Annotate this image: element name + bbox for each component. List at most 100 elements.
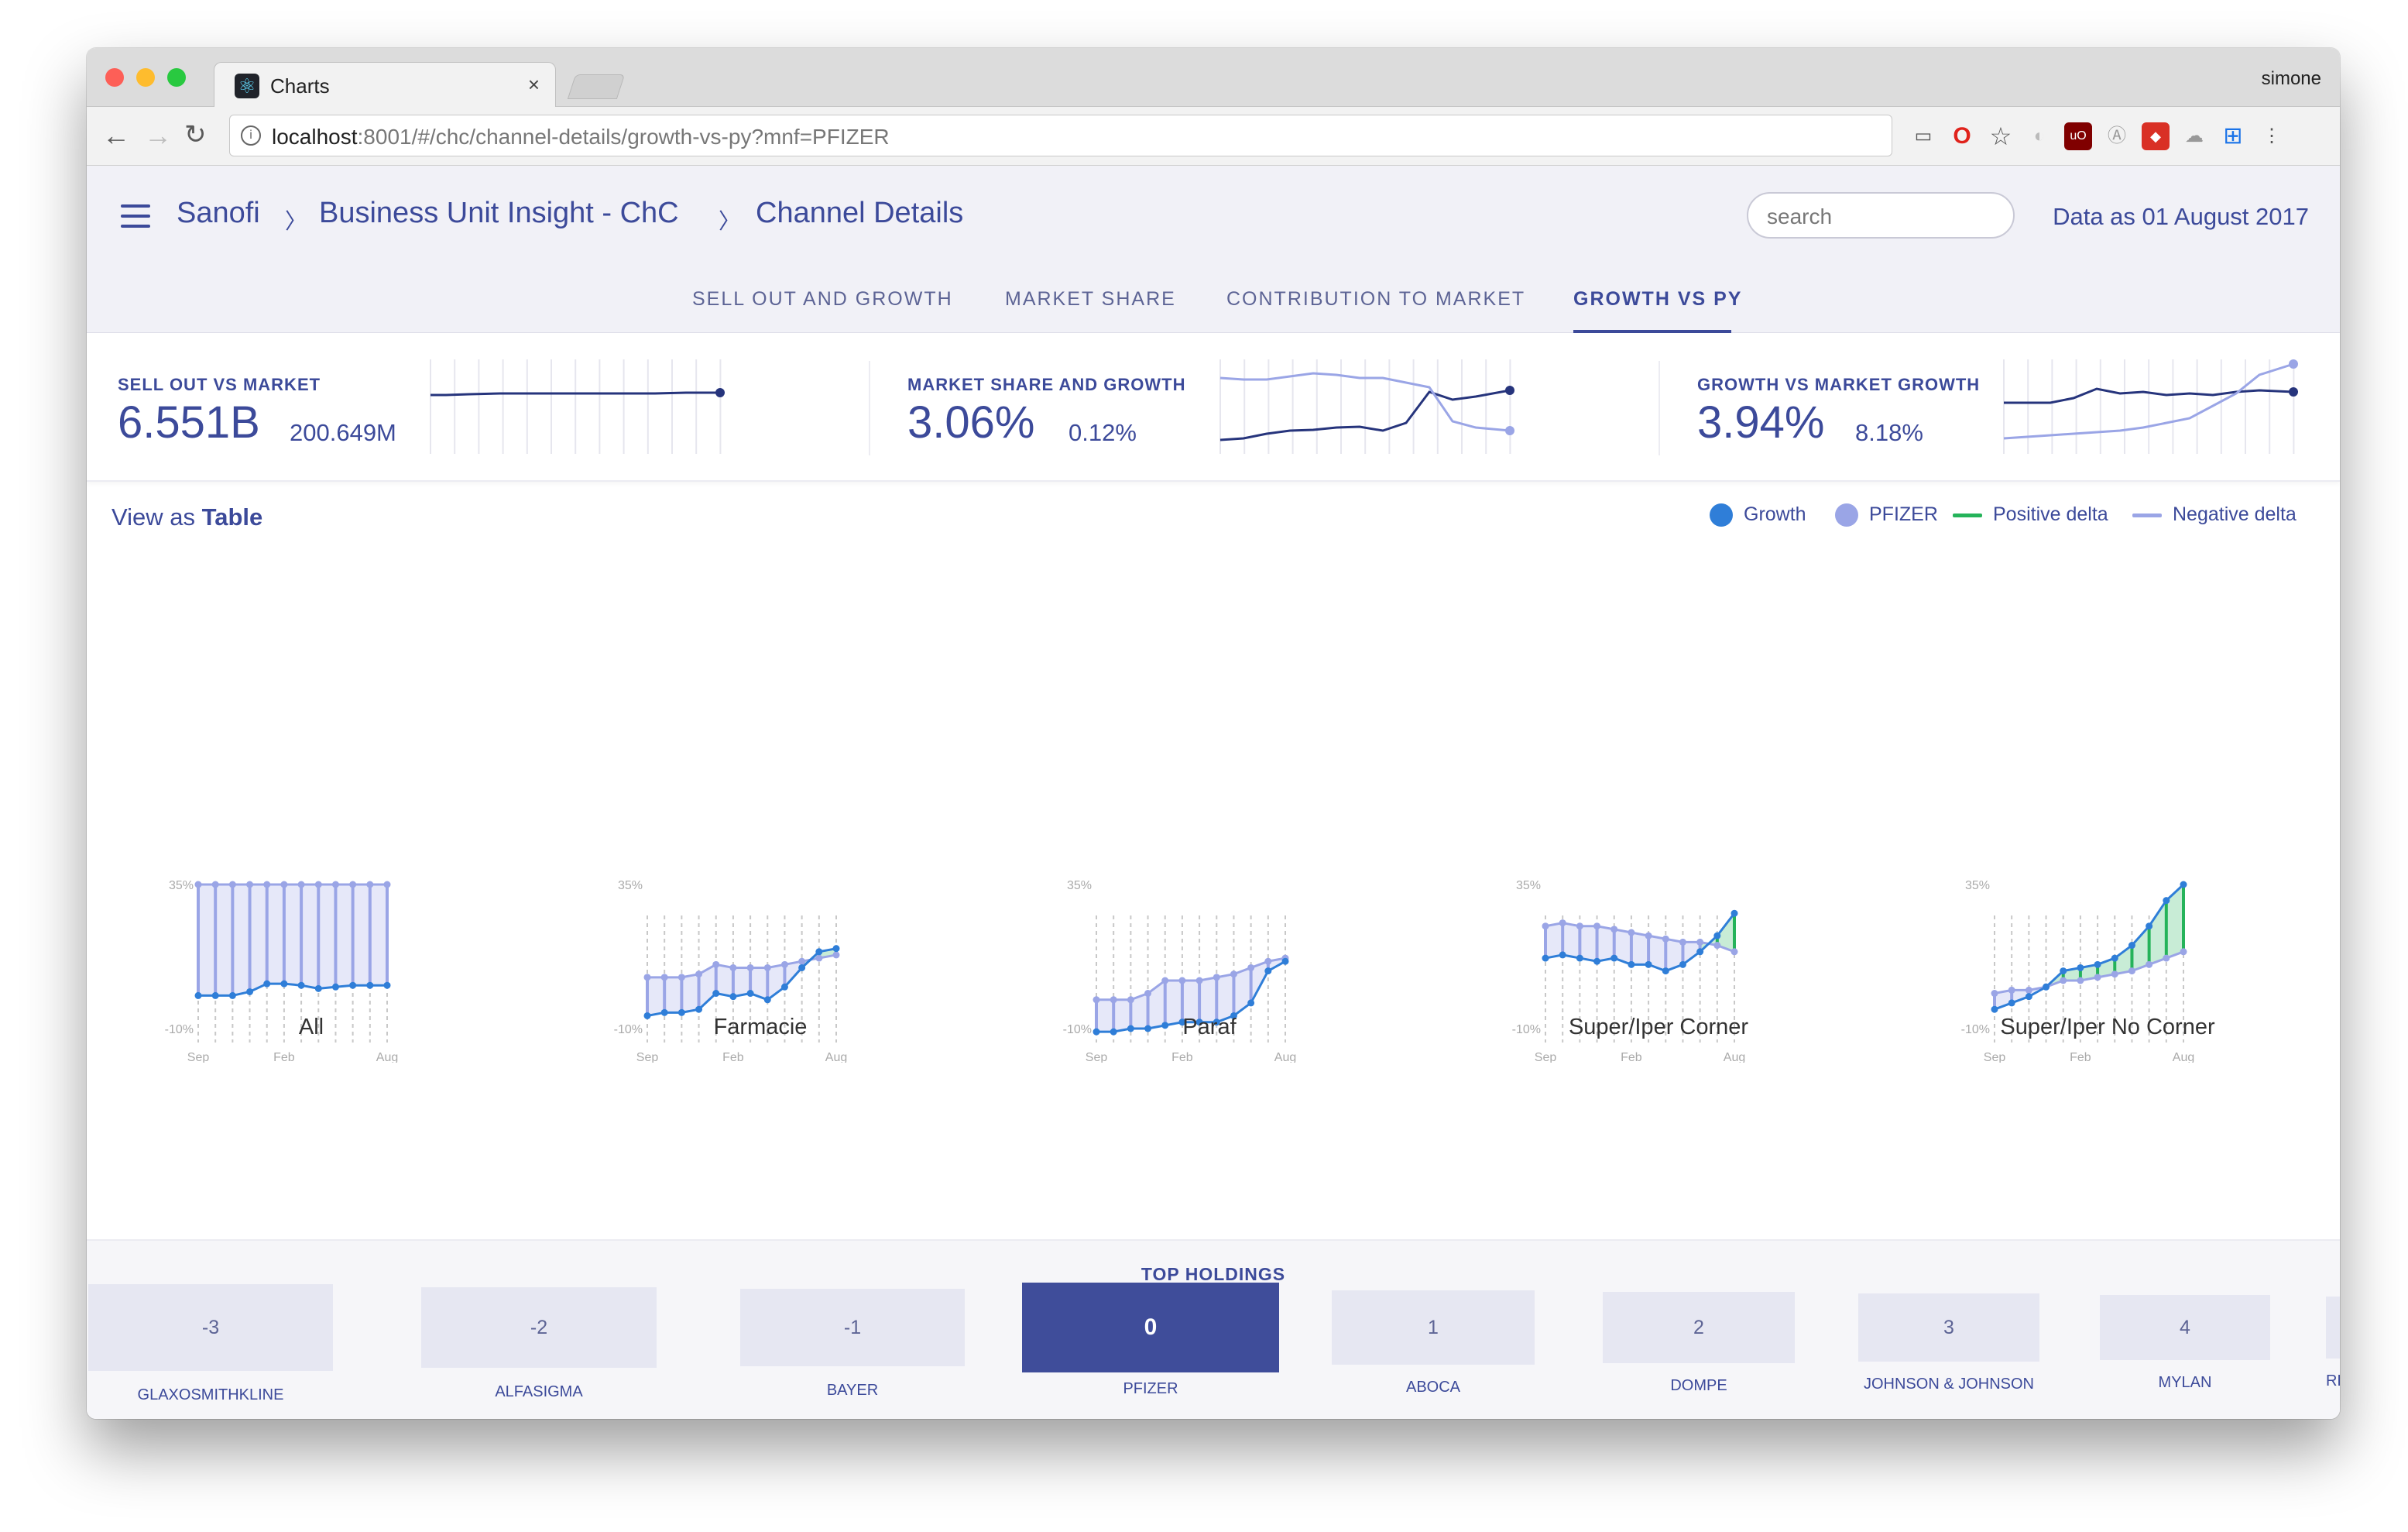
profile-name[interactable]: simone — [2262, 68, 2321, 90]
holding-name: PFIZER — [1123, 1380, 1178, 1397]
ublock-icon[interactable]: uO — [2064, 122, 2092, 150]
tab-title: Charts — [270, 74, 330, 98]
legend-growth: Growth — [1710, 503, 1806, 527]
delta-area — [369, 885, 387, 986]
growth-point — [1281, 957, 1289, 965]
bookmark-star-icon[interactable]: ☆ — [1987, 122, 2015, 150]
sparkline-end-point — [1505, 426, 1514, 435]
y-tick-label: 35% — [1516, 879, 1541, 892]
top-holdings: TOP HOLDINGS -3 GLAXOSMITHKLINE -2 ALFAS… — [87, 1239, 2340, 1419]
holding-rank-box[interactable]: 3 — [1858, 1293, 2039, 1362]
forward-arrow-icon[interactable]: → — [144, 119, 172, 152]
growth-point — [331, 983, 339, 991]
divider — [869, 361, 870, 455]
chart-title: All — [298, 1015, 324, 1039]
legend-label: Negative delta — [2173, 503, 2297, 525]
pfizer-point — [1178, 977, 1186, 984]
holding-rank-box[interactable]: -1 — [740, 1289, 965, 1366]
pfizer-point — [194, 881, 202, 888]
kpi-label: GROWTH VS MARKET GROWTH — [1697, 375, 1981, 394]
pfizer-point — [297, 881, 305, 888]
cast-icon[interactable]: ▭ — [1909, 122, 1937, 150]
growth-point — [2043, 983, 2050, 991]
url-path: :8001/#/chc/channel-details/growth-vs-py… — [357, 125, 890, 149]
breadcrumb-sanofi[interactable]: Sanofi — [177, 197, 260, 230]
holding-rank-box[interactable]: 4 — [2100, 1295, 2270, 1360]
breadcrumb-business-unit[interactable]: Business Unit Insight - ChC — [319, 197, 679, 230]
pfizer-point — [763, 964, 771, 971]
growth-point — [228, 991, 236, 999]
cloud-icon[interactable]: ☁ — [2180, 122, 2208, 150]
delta-area — [283, 885, 302, 986]
minimize-window-button[interactable] — [136, 68, 155, 87]
growth-point — [798, 964, 806, 971]
pfizer-point — [2094, 974, 2101, 981]
holding-rank-box[interactable]: 1 — [1332, 1290, 1535, 1365]
pfizer-point — [1628, 929, 1635, 936]
back-arrow-icon[interactable]: ← — [102, 119, 130, 152]
pfizer-point — [815, 954, 823, 962]
growth-point — [1593, 957, 1601, 965]
pfizer-point — [1144, 990, 1152, 998]
holding-name: ABOCA — [1405, 1379, 1461, 1396]
view-as-mode[interactable]: Table — [202, 503, 263, 531]
x-tick-label: Sep — [636, 1051, 659, 1063]
x-tick-label: Feb — [1621, 1051, 1642, 1063]
tab-contribution-to-market[interactable]: CONTRIBUTION TO MARKET — [1226, 288, 1525, 311]
pfizer-point — [228, 881, 236, 888]
delta-area — [2166, 885, 2183, 959]
tab-growth-vs-py[interactable]: GROWTH VS PY — [1573, 288, 1742, 311]
y-tick-label: 35% — [1067, 879, 1092, 892]
pfizer-point — [2180, 948, 2187, 956]
holding-rank-box[interactable]: -2 — [421, 1287, 657, 1368]
holding-rank-box[interactable]: -3 — [88, 1284, 333, 1371]
pfizer-point — [2128, 967, 2135, 975]
opera-icon[interactable]: O — [1948, 122, 1976, 150]
holding-rank-box-selected[interactable]: 0 — [1022, 1283, 1279, 1372]
zoom-window-button[interactable] — [167, 68, 186, 87]
info-icon[interactable]: i — [241, 125, 261, 146]
more-menu-icon[interactable]: ⋮ — [2258, 122, 2286, 150]
kpi-sparkline — [430, 359, 725, 454]
browser-tab[interactable]: ⚛ Charts × — [214, 62, 556, 108]
tab-market-share[interactable]: MARKET SHARE — [1005, 288, 1176, 311]
growth-point — [246, 988, 254, 995]
pfizer-point — [1127, 996, 1134, 1004]
legend-negative-delta: Negative delta — [2132, 503, 2297, 526]
view-as-toggle[interactable]: View as Table — [111, 503, 262, 531]
holding-name: ALFASIGMA — [495, 1383, 583, 1400]
kpi-sparkline — [2003, 359, 2298, 454]
x-tick-label: Aug — [1274, 1051, 1296, 1063]
holding-rank-box[interactable]: 2 — [1603, 1292, 1795, 1363]
new-tab-button[interactable] — [567, 74, 626, 99]
tab-sell-out-and-growth[interactable]: SELL OUT AND GROWTH — [692, 288, 953, 311]
tab-close-icon[interactable]: × — [528, 73, 540, 97]
chart-title: Paraf — [1182, 1015, 1237, 1039]
color-extension-icon[interactable]: ◆ — [2142, 122, 2170, 150]
pfizer-point — [2008, 986, 2015, 994]
growth-point — [349, 981, 357, 989]
hamburger-menu-icon[interactable] — [121, 204, 150, 228]
growth-point — [194, 991, 202, 999]
pfizer-point — [695, 970, 703, 978]
a-extension-icon[interactable]: Ⓐ — [2103, 122, 2131, 150]
url-input[interactable]: i localhost:8001/#/chc/channel-details/g… — [229, 115, 1892, 156]
extension-icon[interactable]: ◐ — [2026, 122, 2053, 150]
delta-area — [266, 885, 284, 984]
close-window-button[interactable] — [105, 68, 124, 87]
pfizer-point — [2025, 986, 2032, 994]
pfizer-point — [712, 960, 720, 968]
pfizer-point — [331, 881, 339, 888]
delta-area — [232, 885, 250, 996]
chart-title: Super/Iper No Corner — [2000, 1015, 2215, 1039]
grid-icon[interactable]: ⊞ — [2219, 122, 2247, 150]
reload-icon[interactable]: ↻ — [184, 119, 207, 150]
search-input[interactable]: search — [1747, 192, 2015, 239]
pfizer-point — [349, 881, 357, 888]
pfizer-point — [1161, 977, 1169, 984]
pfizer-point — [1093, 996, 1100, 1004]
holding-rank-box[interactable] — [2326, 1297, 2340, 1359]
url-host: localhost — [272, 125, 358, 149]
delta-area — [198, 885, 216, 996]
pfizer-point — [211, 881, 219, 888]
